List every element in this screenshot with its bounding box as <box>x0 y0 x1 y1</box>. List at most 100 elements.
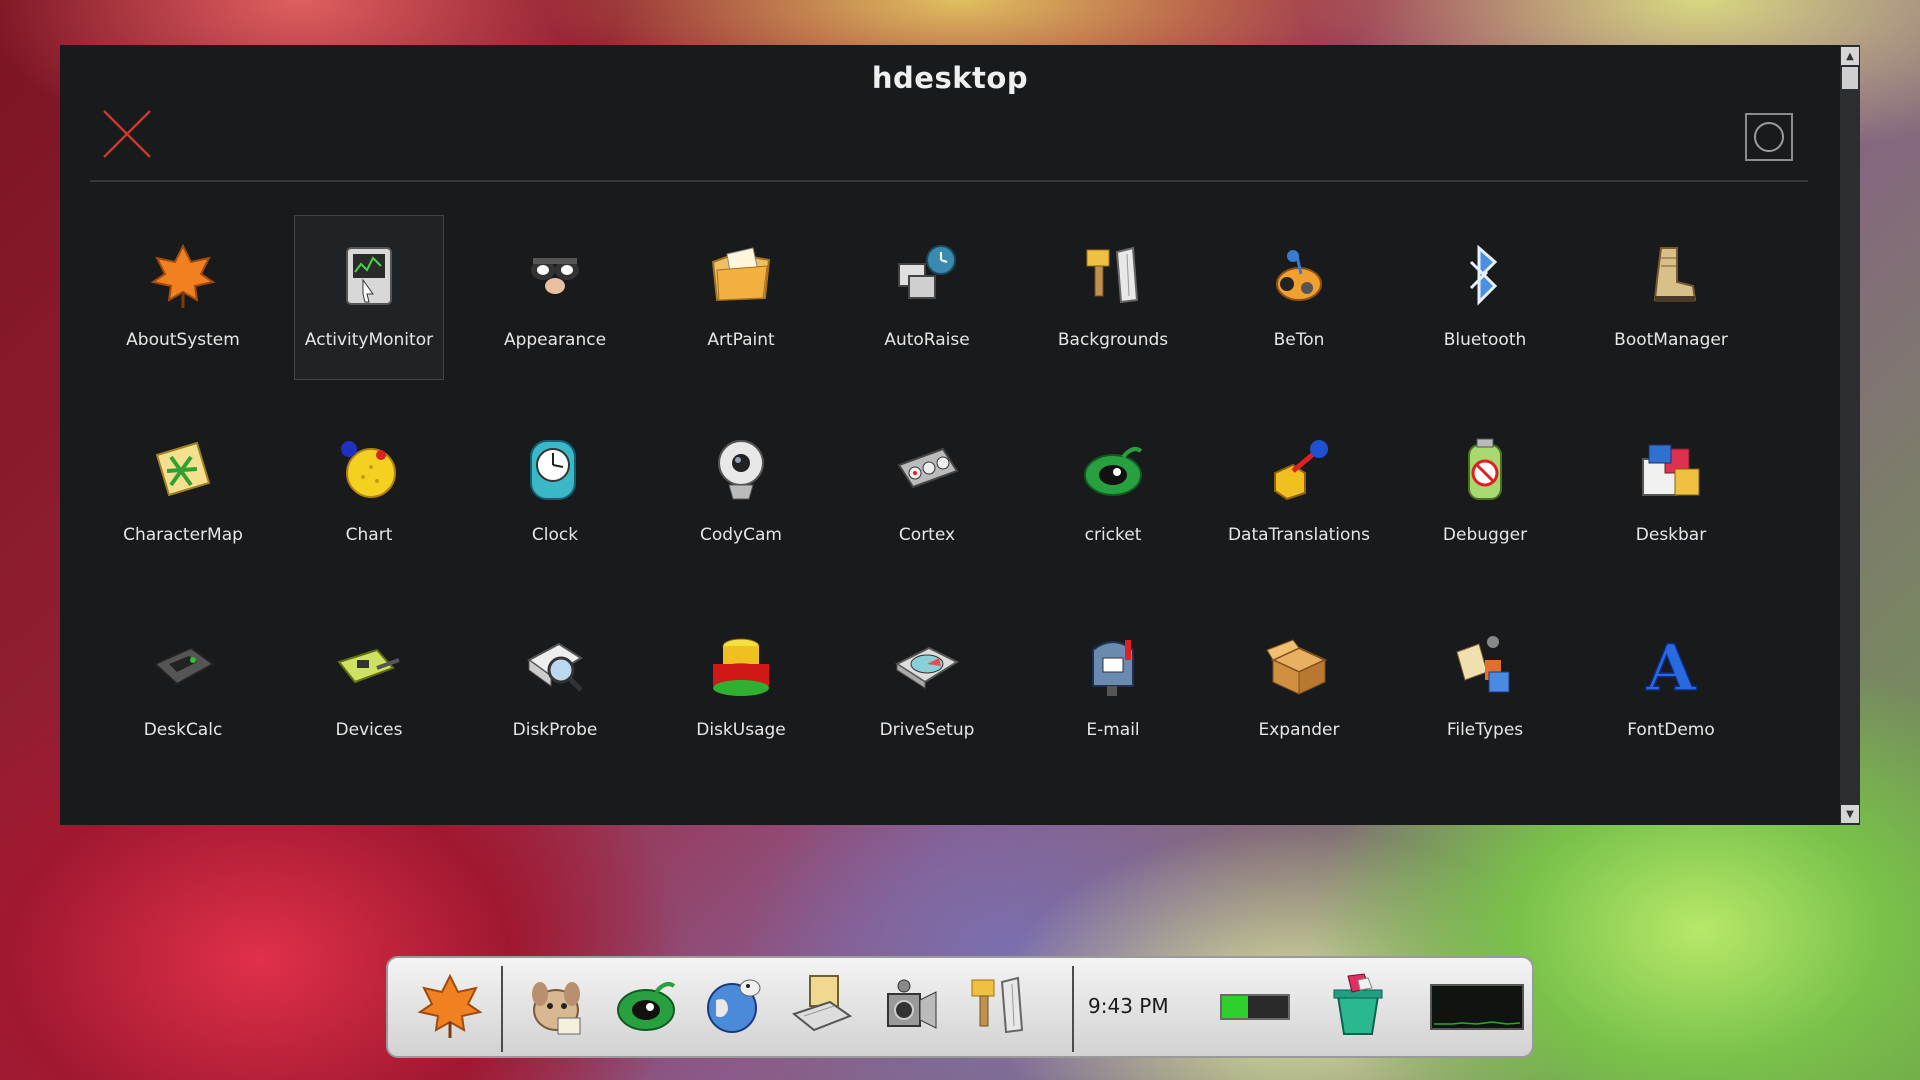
app-bootmanager[interactable]: BootManager <box>1596 215 1746 380</box>
window-title: hdesktop <box>871 61 1029 95</box>
app-codycam[interactable]: CodyCam <box>666 410 816 575</box>
app-activitymonitor[interactable]: ActivityMonitor <box>294 215 444 380</box>
camera-icon <box>874 970 946 1046</box>
app-label: Expander <box>1258 720 1340 740</box>
vertical-scrollbar[interactable]: ▲ ▼ <box>1840 45 1860 825</box>
box-icon <box>1259 626 1339 706</box>
clock-icon <box>515 431 595 511</box>
svg-text:A: A <box>1645 631 1697 702</box>
app-label: Devices <box>335 720 403 740</box>
app-diskusage[interactable]: DiskUsage <box>666 605 816 770</box>
bluetooth-icon <box>1445 236 1525 316</box>
app-label: Deskbar <box>1635 525 1707 545</box>
app-cortex[interactable]: Cortex <box>852 410 1002 575</box>
debugger-bug-icon <box>1445 431 1525 511</box>
app-label: AutoRaise <box>884 330 970 350</box>
app-expander[interactable]: Expander <box>1224 605 1374 770</box>
font-letter-a-icon: A <box>1631 626 1711 706</box>
mailbox-icon <box>1073 626 1153 706</box>
app-grid: AboutSystem ActivityMonitor Appearance ArtP… <box>90 215 1764 800</box>
leaf-icon <box>143 236 223 316</box>
app-label: FileTypes <box>1446 720 1524 740</box>
header-divider <box>90 180 1808 182</box>
backgrounds-brush-icon <box>1073 236 1153 316</box>
app-label: CharacterMap <box>123 525 243 545</box>
app-label: DiskUsage <box>696 720 786 740</box>
app-autoraise[interactable]: AutoRaise <box>852 215 1002 380</box>
app-label: cricket <box>1084 525 1142 545</box>
drivesetup-icon <box>887 626 967 706</box>
deskbar-separator <box>501 966 503 1052</box>
app-label: ArtPaint <box>707 330 775 350</box>
scroll-thumb[interactable] <box>1842 67 1858 89</box>
devices-card-icon <box>329 626 409 706</box>
app-label: AboutSystem <box>126 330 240 350</box>
leaf-icon <box>414 970 486 1046</box>
app-drivesetup[interactable]: DriveSetup <box>852 605 1002 770</box>
app-appearance[interactable]: Appearance <box>480 215 630 380</box>
app-deskbar[interactable]: Deskbar <box>1596 410 1746 575</box>
app-label: CodyCam <box>700 525 782 545</box>
deskbar-app-computer[interactable] <box>782 968 862 1048</box>
activity-monitor-icon <box>329 236 409 316</box>
app-label: E-mail <box>1086 720 1140 740</box>
app-filetypes[interactable]: FileTypes <box>1410 605 1560 770</box>
scroll-up-arrow[interactable]: ▲ <box>1841 47 1859 65</box>
webpositive-globe-icon <box>698 970 770 1046</box>
app-backgrounds[interactable]: Backgrounds <box>1038 215 1188 380</box>
circle-toggle-icon <box>1754 122 1784 152</box>
app-charactermap[interactable]: CharacterMap <box>108 410 258 575</box>
app-deskcalc[interactable]: DeskCalc <box>108 605 258 770</box>
battery-fill <box>1222 996 1249 1018</box>
deskbar-app-tracker[interactable] <box>518 968 598 1048</box>
app-artpaint[interactable]: ArtPaint <box>666 215 816 380</box>
deskbar-app-cricket[interactable] <box>606 968 686 1048</box>
app-label: BootManager <box>1614 330 1728 350</box>
app-chart[interactable]: Chart <box>294 410 444 575</box>
app-label: FontDemo <box>1627 720 1715 740</box>
app-label: Cortex <box>898 525 956 545</box>
app-label: Clock <box>531 525 579 545</box>
app-label: DiskProbe <box>512 720 598 740</box>
app-devices[interactable]: Devices <box>294 605 444 770</box>
deskbar-app-webpositive[interactable] <box>694 968 774 1048</box>
diskusage-icon <box>701 626 781 706</box>
app-label: DriveSetup <box>879 720 975 740</box>
chart-stars-icon <box>329 431 409 511</box>
app-label: DataTranslations <box>1227 525 1371 545</box>
app-label: Appearance <box>503 330 607 350</box>
app-label: BeTon <box>1273 330 1325 350</box>
hdesktop-window: hdesktop AboutSystem ActivityMonitor Appea… <box>60 45 1860 825</box>
deskbar-menu-leaf[interactable] <box>410 968 490 1048</box>
autoraise-icon <box>887 236 967 316</box>
app-e-mail[interactable]: E-mail <box>1038 605 1188 770</box>
app-label: Debugger <box>1442 525 1528 545</box>
deskbar-separator <box>1072 966 1074 1052</box>
app-cricket[interactable]: cricket <box>1038 410 1188 575</box>
app-debugger[interactable]: Debugger <box>1410 410 1560 575</box>
cricket-icon <box>1073 431 1153 511</box>
view-toggle-button[interactable] <box>1745 113 1793 161</box>
tracker-dog-icon <box>522 970 594 1046</box>
scroll-down-arrow[interactable]: ▼ <box>1841 805 1859 823</box>
app-clock[interactable]: Clock <box>480 410 630 575</box>
app-datatranslations[interactable]: DataTranslations <box>1224 410 1374 575</box>
close-button[interactable] <box>100 107 154 161</box>
appearance-icon <box>515 236 595 316</box>
deskbar-trash[interactable] <box>1318 968 1398 1048</box>
app-label: DeskCalc <box>143 720 223 740</box>
app-fontdemo[interactable]: A FontDemo <box>1596 605 1746 770</box>
app-diskprobe[interactable]: DiskProbe <box>480 605 630 770</box>
deskbar-app-backgrounds[interactable] <box>958 968 1038 1048</box>
process-monitor-icon[interactable] <box>1430 984 1524 1030</box>
app-label: Chart <box>345 525 393 545</box>
app-beton[interactable]: BeTon <box>1224 215 1374 380</box>
app-aboutsystem[interactable]: AboutSystem <box>108 215 258 380</box>
app-label: Backgrounds <box>1057 330 1169 350</box>
deskbar-clock[interactable]: 9:43 PM <box>1088 994 1169 1018</box>
cortex-icon <box>887 431 967 511</box>
app-bluetooth[interactable]: Bluetooth <box>1410 215 1560 380</box>
battery-indicator[interactable] <box>1220 994 1290 1020</box>
deskbar-app-camera[interactable] <box>870 968 950 1048</box>
computer-icon <box>786 970 858 1046</box>
